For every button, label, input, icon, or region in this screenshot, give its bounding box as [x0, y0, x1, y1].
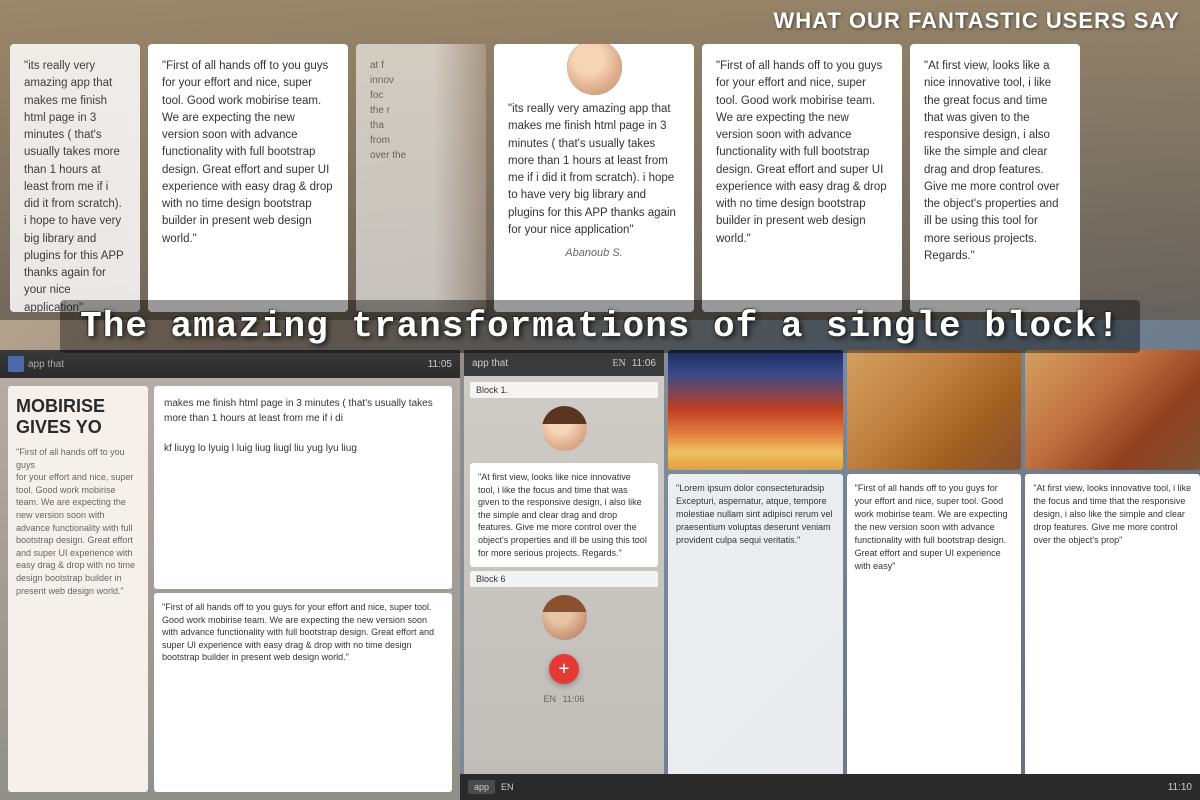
taskbar-time-bottom: 11:10: [1168, 782, 1192, 793]
right-col-1: "Lorem ipsum dolor consecteturadsip Exce…: [668, 350, 843, 800]
lang-badge: EN: [612, 358, 625, 369]
mobirise-sub: "First of all hands off to you guys for …: [16, 446, 140, 597]
lorem-text: "Lorem ipsum dolor consecteturadsip Exce…: [676, 482, 835, 547]
testimonial-text-3-partial: at finnovfocthe rthafromover the: [370, 58, 472, 163]
image-sunset: [668, 350, 843, 470]
editor-main-text: makes me finish html page in 3 minutes (…: [164, 398, 433, 424]
taskbar-icon: [8, 356, 24, 372]
block-editor-panel: app that EN 11:06 Block 1. "At first vie…: [464, 350, 664, 800]
block6-label: Block 6: [470, 571, 658, 587]
testimonial-right-3-text: "At first view, looks innovative tool, i…: [1033, 482, 1192, 547]
testimonial-card-2: "First of all hands off to you guys for …: [148, 44, 348, 312]
taskbar-time-left: 11:05: [428, 359, 452, 370]
taskbar-lang: EN: [501, 782, 514, 792]
overlay-text-container: The amazing transformations of a single …: [0, 300, 1200, 353]
topbar-time-center: 11:06: [632, 358, 656, 369]
block1-label: Block 1.: [470, 382, 658, 398]
overlay-heading: The amazing transformations of a single …: [60, 300, 1140, 353]
testimonial-text-5: "First of all hands off to you guys for …: [716, 58, 888, 248]
taskbar-btn-app[interactable]: app: [468, 780, 495, 794]
editor-topbar: app that 11:05: [0, 350, 460, 378]
block-topbar-label: app that: [472, 358, 508, 369]
testimonial-text-6: "At first view, looks like a nice innova…: [924, 58, 1066, 265]
testimonial-card-1: "its really very amazing app that makes …: [10, 44, 140, 312]
right-col-2: "First of all hands off to you guys for …: [847, 350, 1022, 800]
right-col-3: "At first view, looks innovative tool, i…: [1025, 350, 1200, 800]
testimonial-card-4: "its really very amazing app that makes …: [494, 44, 694, 312]
small-testimonial-left: "First of all hands off to you guys for …: [154, 593, 452, 792]
mobirise-panel: MOBIRISE GIVES YO "First of all hands of…: [8, 386, 148, 792]
editor-panel-left: app that 11:05 MOBIRISE GIVES YO "First …: [0, 350, 460, 800]
avatar-small-center: [542, 406, 587, 451]
mobirise-heading: MOBIRISE GIVES YO: [16, 396, 140, 438]
block-text-area: "At first view, looks like nice innovati…: [470, 463, 658, 567]
testimonials-row: "its really very amazing app that makes …: [0, 38, 1200, 318]
avatar2-hair: [542, 595, 587, 612]
right-panels: "Lorem ipsum dolor consecteturadsip Exce…: [668, 350, 1200, 800]
taskbar-text-left: app that: [28, 359, 64, 370]
testimonial-right-3: "At first view, looks innovative tool, i…: [1025, 474, 1200, 800]
image-desert: [847, 350, 1022, 470]
block-content: Block 1. "At first view, looks like nice…: [464, 376, 664, 710]
bottom-taskbar-center: EN 11:06: [470, 694, 658, 704]
image-panel-3: [1025, 350, 1200, 470]
editor-content: MOBIRISE GIVES YO "First of all hands of…: [0, 378, 460, 800]
testimonial-right-2: "First of all hands off to you guys for …: [847, 474, 1022, 800]
testimonial-card-6: "At first view, looks like a nice innova…: [910, 44, 1080, 312]
avatar-face: [567, 44, 622, 95]
testimonial-text-1: "its really very amazing app that makes …: [24, 58, 126, 312]
testimonial-right-2-text: "First of all hands off to you guys for …: [855, 482, 1014, 573]
lorem-card: "Lorem ipsum dolor consecteturadsip Exce…: [668, 474, 843, 800]
top-section: WHAT OUR FANTASTIC USERS SAY "its really…: [0, 0, 1200, 320]
avatar-small-center2: [542, 595, 587, 640]
red-plus-button[interactable]: +: [549, 654, 579, 684]
testimonial-card-3: at finnovfocthe rthafromover the: [356, 44, 486, 312]
avatar-small-hair: [542, 406, 587, 424]
bottom-section: app that 11:05 MOBIRISE GIVES YO "First …: [0, 350, 1200, 800]
time-bottom-center: 11:06: [563, 694, 585, 704]
avatar-abanoub: [567, 44, 622, 95]
testimonial-text-4: "its really very amazing app that makes …: [508, 101, 680, 239]
editor-random-text: kf liuyg lo lyuig l luig liug liugl liu …: [164, 443, 357, 454]
testimonial-text-2: "First of all hands off to you guys for …: [162, 58, 334, 248]
block-topbar: app that EN 11:06: [464, 350, 664, 376]
bottom-taskbar-main: app EN 11:10: [460, 774, 1200, 800]
testimonial-card-5: "First of all hands off to you guys for …: [702, 44, 902, 312]
reviewer-name-4: Abanoub S.: [508, 245, 680, 262]
section-heading: WHAT OUR FANTASTIC USERS SAY: [0, 0, 1200, 38]
